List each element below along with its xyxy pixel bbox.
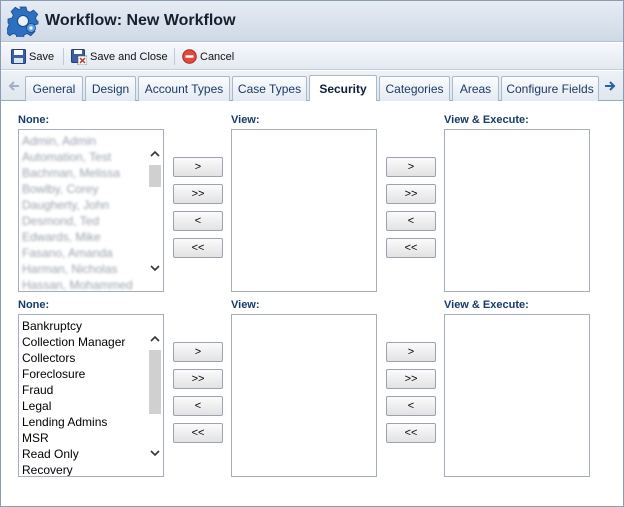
cancel-label: Cancel <box>200 50 235 63</box>
tab-account-types[interactable]: Account Types <box>138 76 230 101</box>
groups-add-all-to-view-button[interactable]: >> <box>173 369 223 389</box>
scroll-down-icon[interactable] <box>148 446 162 460</box>
title-bar: Workflow: New Workflow <box>1 1 623 42</box>
list-item[interactable]: Foreclosure <box>19 366 163 382</box>
tab-case-types[interactable]: Case Types <box>232 76 307 101</box>
list-item[interactable]: Bachman, Melissa <box>19 165 163 181</box>
cancel-button[interactable]: Cancel <box>182 47 234 66</box>
list-item[interactable]: Recovery <box>19 462 163 476</box>
groups-none-scrollbar[interactable] <box>146 315 163 476</box>
tab-scroll-right-icon[interactable] <box>603 77 617 95</box>
list-item[interactable]: Edwards, Mike <box>19 229 163 245</box>
workflow-window: Workflow: New Workflow Save Save and Clo… <box>0 0 624 507</box>
tab-general[interactable]: General <box>25 76 83 101</box>
users-remove-from-execute-button[interactable]: < <box>386 211 436 231</box>
users-view-listbox[interactable] <box>231 129 377 292</box>
list-item[interactable]: Fraud <box>19 382 163 398</box>
list-item[interactable]: Harman, Nicholas <box>19 261 163 277</box>
users-add-all-to-view-button[interactable]: >> <box>173 184 223 204</box>
save-close-icon <box>71 48 87 65</box>
users-none-listbox[interactable]: Admin, Admin Automation, Test Bachman, Mel… <box>18 129 164 292</box>
users-none-scrollbar[interactable] <box>146 130 163 291</box>
groups-view-execute-listbox[interactable] <box>444 314 590 477</box>
save-and-close-label: Save and Close <box>90 50 168 63</box>
save-and-close-button[interactable]: Save and Close <box>71 47 168 66</box>
users-remove-all-from-view-button[interactable]: << <box>173 238 223 258</box>
groups-view-execute-label: View & Execute: <box>444 299 529 311</box>
users-none-label: None: <box>18 114 50 126</box>
scrollbar-thumb[interactable] <box>149 350 161 414</box>
groups-none-label: None: <box>18 299 50 311</box>
groups-remove-from-execute-button[interactable]: < <box>386 396 436 416</box>
list-item[interactable]: Read Only <box>19 446 163 462</box>
list-item[interactable]: Lending Admins <box>19 414 163 430</box>
window-title: Workflow: New Workflow <box>45 12 236 29</box>
users-add-to-view-button[interactable]: > <box>173 157 223 177</box>
toolbar: Save Save and Close Cancel <box>1 43 623 70</box>
scroll-up-icon[interactable] <box>148 331 162 345</box>
users-view-execute-listbox[interactable] <box>444 129 590 292</box>
list-item[interactable]: Collectors <box>19 350 163 366</box>
list-item[interactable]: Daugherty, John <box>19 197 163 213</box>
gear-icon <box>4 5 39 40</box>
groups-add-all-to-execute-button[interactable]: >> <box>386 369 436 389</box>
toolbar-separator <box>174 48 175 65</box>
list-item[interactable]: Legal <box>19 398 163 414</box>
users-remove-from-view-button[interactable]: < <box>173 211 223 231</box>
groups-remove-from-view-button[interactable]: < <box>173 396 223 416</box>
groups-view-label: View: <box>231 299 260 311</box>
groups-remove-all-from-view-button[interactable]: << <box>173 423 223 443</box>
save-icon <box>11 49 26 64</box>
list-item[interactable]: Collection Manager <box>19 334 163 350</box>
users-add-to-execute-button[interactable]: > <box>386 157 436 177</box>
tab-security[interactable]: Security <box>309 75 377 101</box>
list-item[interactable]: Automation, Test <box>19 149 163 165</box>
toolbar-separator <box>63 48 64 65</box>
tab-areas[interactable]: Areas <box>452 76 499 101</box>
save-label: Save <box>29 50 55 63</box>
list-item[interactable]: Bankruptcy <box>19 318 163 334</box>
users-add-all-to-execute-button[interactable]: >> <box>386 184 436 204</box>
tab-configure-fields[interactable]: Configure Fields <box>501 76 599 101</box>
scroll-up-icon[interactable] <box>148 146 162 160</box>
users-view-label: View: <box>231 114 260 126</box>
tab-strip: General Design Account Types Case Types … <box>1 71 623 101</box>
list-item[interactable]: Bowlby, Corey <box>19 181 163 197</box>
cancel-icon <box>182 49 197 64</box>
list-item[interactable]: MSR <box>19 430 163 446</box>
tab-scroll-left-icon[interactable] <box>7 77 21 95</box>
groups-none-listbox[interactable]: Bankruptcy Collection Manager Collectors Fo… <box>18 314 164 477</box>
users-view-execute-label: View & Execute: <box>444 114 529 126</box>
groups-add-to-view-button[interactable]: > <box>173 342 223 362</box>
groups-add-to-execute-button[interactable]: > <box>386 342 436 362</box>
groups-remove-all-from-execute-button[interactable]: << <box>386 423 436 443</box>
groups-view-listbox[interactable] <box>231 314 377 477</box>
list-item[interactable]: Fasano, Amanda <box>19 245 163 261</box>
tab-categories[interactable]: Categories <box>379 76 450 101</box>
scroll-down-icon[interactable] <box>148 261 162 275</box>
tab-design[interactable]: Design <box>85 76 136 101</box>
list-item[interactable]: Admin, Admin <box>19 133 163 149</box>
users-remove-all-from-execute-button[interactable]: << <box>386 238 436 258</box>
list-item[interactable]: Hassan, Mohammed <box>19 277 163 291</box>
list-item[interactable]: Desmond, Ted <box>19 213 163 229</box>
scrollbar-thumb[interactable] <box>149 165 161 187</box>
save-button[interactable]: Save <box>11 47 54 66</box>
